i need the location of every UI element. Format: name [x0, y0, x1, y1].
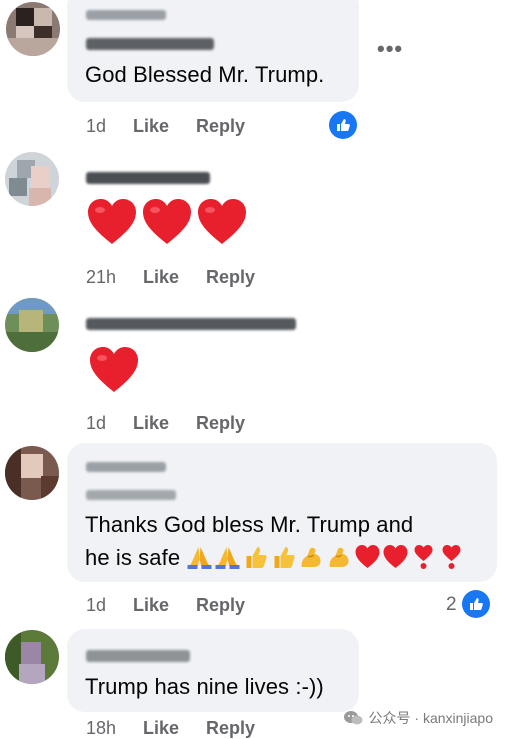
comment-time[interactable]: 1d	[86, 116, 106, 137]
heart-emoji-icon	[355, 545, 380, 568]
emoji-row	[186, 544, 465, 570]
comment-text: God Blessed Mr. Trump.	[85, 62, 325, 87]
thumbs-up-icon	[246, 547, 267, 568]
avatar[interactable]	[5, 152, 59, 206]
watermark: 公众号 · kanxinjiapo	[343, 708, 494, 728]
more-options-icon[interactable]: •••	[377, 36, 403, 62]
heart-emoji-icon	[88, 199, 136, 244]
heart-emoji-icon	[143, 199, 191, 244]
like-reaction-icon[interactable]	[329, 111, 357, 139]
comment-text: Thanks God bless Mr. Trump and	[85, 512, 414, 537]
thumbs-up-icon	[274, 547, 295, 568]
comment-time[interactable]: 21h	[86, 267, 116, 288]
reply-button[interactable]: Reply	[196, 413, 245, 434]
like-button[interactable]: Like	[143, 267, 179, 288]
reply-button[interactable]: Reply	[206, 267, 255, 288]
avatar[interactable]	[6, 2, 60, 56]
reply-button[interactable]: Reply	[196, 595, 245, 616]
praying-hands-icon	[215, 547, 240, 569]
commenter-name[interactable]	[86, 10, 166, 20]
reaction-count[interactable]: 2	[446, 594, 457, 616]
comment-time[interactable]: 1d	[86, 413, 106, 434]
commenter-name[interactable]	[86, 462, 166, 472]
heart-emoji-icon	[198, 199, 246, 244]
praying-hands-icon	[187, 547, 212, 569]
comment-time[interactable]: 1d	[86, 595, 106, 616]
avatar[interactable]	[5, 298, 59, 352]
commenter-name[interactable]	[86, 650, 190, 662]
flexed-biceps-icon	[329, 547, 349, 567]
comment-time[interactable]: 18h	[86, 718, 116, 739]
reply-button[interactable]: Reply	[206, 718, 255, 739]
like-button[interactable]: Like	[133, 595, 169, 616]
comment-text: he is safe	[85, 545, 181, 570]
like-button[interactable]: Like	[133, 116, 169, 137]
flexed-biceps-icon	[301, 547, 321, 567]
heart-exclamation-icon	[414, 545, 433, 569]
like-button[interactable]: Like	[133, 413, 169, 434]
heart-exclamation-icon	[442, 545, 461, 569]
avatar[interactable]	[5, 446, 59, 500]
comment-text: Trump has nine lives :-))	[85, 674, 324, 699]
like-button[interactable]: Like	[143, 718, 179, 739]
heart-emoji-icon	[90, 347, 138, 392]
avatar[interactable]	[5, 630, 59, 684]
commenter-name[interactable]	[86, 490, 176, 500]
watermark-text: 公众号 · kanxinjiapo	[368, 710, 494, 726]
heart-emoji-icon	[383, 545, 408, 568]
commenter-name[interactable]	[86, 38, 214, 50]
wechat-icon	[343, 711, 362, 725]
commenter-name[interactable]	[86, 172, 210, 184]
commenter-name[interactable]	[86, 318, 296, 330]
reply-button[interactable]: Reply	[196, 116, 245, 137]
like-reaction-icon[interactable]	[462, 590, 490, 618]
